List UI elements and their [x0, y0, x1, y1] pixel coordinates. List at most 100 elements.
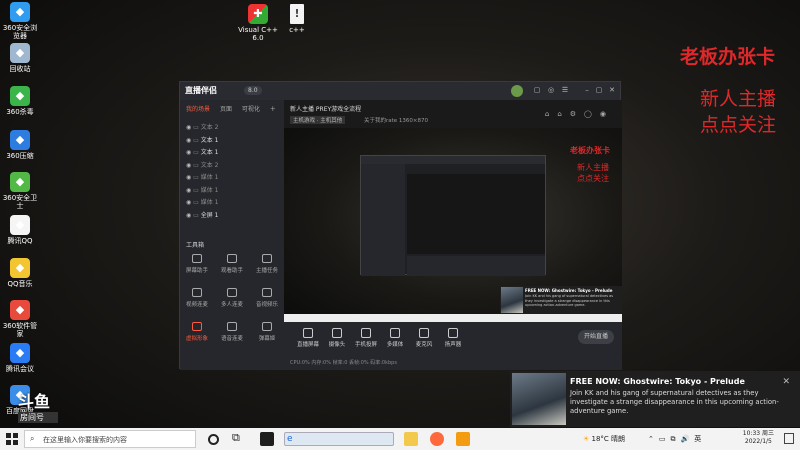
- clock-date: 2022/1/5: [744, 438, 772, 445]
- add-scene-icon[interactable]: ＋: [270, 106, 276, 113]
- tool-button[interactable]: 屏幕助手: [182, 254, 212, 274]
- layer-item[interactable]: ◉ ▭ 媒体 1: [186, 172, 218, 181]
- tool-label: 音视频乐: [255, 302, 278, 308]
- layer-label: 文本 1: [200, 149, 219, 156]
- tool-button[interactable]: 弹幕姬: [252, 322, 282, 342]
- layer-item[interactable]: ◉ ▭ 媒体 1: [186, 185, 218, 194]
- control-button[interactable]: 麦克风: [410, 328, 438, 348]
- layer-item[interactable]: ◉ ▭ 文本 2: [186, 122, 218, 131]
- settings-icon[interactable]: ☰: [560, 85, 570, 95]
- lock-icon[interactable]: ▭: [193, 137, 201, 144]
- tool-icon: [192, 288, 202, 297]
- preview-header-icons: ⌂⌂⚙◯◉: [544, 110, 614, 118]
- layer-label: 媒体 1: [200, 199, 219, 206]
- control-button[interactable]: 直播屏幕: [294, 328, 322, 348]
- control-button[interactable]: 多媒体: [381, 328, 409, 348]
- tool-button[interactable]: 观看助手: [217, 254, 247, 274]
- mirrored-overlay-3: 点点关注: [577, 174, 609, 183]
- notification-title: FREE NOW: Ghostwire: Tokyo - Prelude: [570, 377, 745, 386]
- live-companion-window[interactable]: 直播伴侣 8.0 ▢ ◎ ☰ – ▢ ✕ 我的场景 页面 可视化 ＋ ◉ ▭ 文…: [179, 81, 622, 370]
- notify-icon[interactable]: ◎: [546, 85, 556, 95]
- close-icon[interactable]: ✕: [782, 377, 790, 387]
- desktop-icon-cpp[interactable]: ! c++: [277, 4, 317, 34]
- desktop-icon[interactable]: ◆ 360安全卫士: [0, 172, 40, 210]
- notification-center-icon[interactable]: [784, 433, 794, 444]
- lock-icon[interactable]: ▭: [193, 124, 201, 131]
- desktop-icon[interactable]: ◆ 360安全浏览器: [0, 2, 40, 40]
- desktop-icon-vc[interactable]: ✚ Visual C++ 6.0: [237, 4, 279, 42]
- desktop-icon-label: 360安全浏览器: [2, 24, 38, 40]
- control-icon: [361, 328, 371, 338]
- tool-icon: [192, 322, 202, 331]
- control-label: 多媒体: [386, 342, 404, 348]
- close-icon[interactable]: ✕: [607, 85, 617, 95]
- layer-item[interactable]: ◉ ▭ 文本 1: [186, 135, 218, 144]
- weather-widget[interactable]: ☀ 18°C 晴朗: [583, 434, 625, 444]
- lock-icon[interactable]: ▭: [193, 199, 201, 206]
- stream-title: 新人主播 PREY游戏全流程: [290, 106, 362, 113]
- notification-body: Join KK and his gang of supernatural det…: [570, 389, 779, 415]
- lock-icon[interactable]: ▭: [193, 174, 201, 181]
- layer-label: 媒体 1: [200, 186, 219, 194]
- tool-label: 主播任务: [255, 268, 278, 274]
- lock-icon[interactable]: ▭: [193, 212, 201, 219]
- tool-label: 语音连麦: [220, 336, 243, 342]
- layer-item[interactable]: ◉ ▭ 媒体 1: [186, 197, 218, 206]
- scene-tabs: 我的场景 页面 可视化 ＋: [186, 104, 284, 113]
- minimize-icon[interactable]: –: [582, 85, 592, 95]
- tab-my-scenes[interactable]: 我的场景: [186, 106, 210, 113]
- app-titlebar[interactable]: 直播伴侣 8.0 ▢ ◎ ☰ – ▢ ✕: [180, 82, 620, 100]
- cortana-icon[interactable]: [208, 434, 219, 445]
- layer-item[interactable]: ◉ ▭ 文本 2: [186, 160, 218, 169]
- maximize-icon[interactable]: ▢: [594, 85, 604, 95]
- desktop-icon[interactable]: ◆ 腾讯QQ: [0, 215, 40, 245]
- desktop-icon[interactable]: ◆ 360压缩: [0, 130, 40, 160]
- app-icon-3[interactable]: [456, 432, 470, 446]
- tool-button[interactable]: 视频连麦: [182, 288, 212, 308]
- tool-button[interactable]: 语音连麦: [217, 322, 247, 342]
- desktop-icon[interactable]: ◆ QQ音乐: [0, 258, 40, 288]
- control-bar: 直播屏幕 摄像头 手机投屏 多媒体 麦克风 扬声器 开始直播 CPU:0% 内存:0% 帧…: [284, 322, 622, 370]
- lock-icon[interactable]: ▭: [193, 187, 201, 194]
- control-button[interactable]: 摄像头: [323, 328, 351, 348]
- tool-button[interactable]: 音视频乐: [252, 288, 282, 308]
- desktop-icon[interactable]: ◆ 360杀毒: [0, 86, 40, 116]
- tool-button[interactable]: 多人连麦: [217, 288, 247, 308]
- desktop-icon[interactable]: ◆ 腾讯会议: [0, 343, 40, 373]
- windows-start-icon[interactable]: [6, 433, 18, 445]
- tool-button[interactable]: 虚拟形象: [182, 322, 212, 342]
- layer-label: 媒体 1: [200, 174, 219, 181]
- tab-pages[interactable]: 页面: [220, 106, 232, 113]
- tool-button[interactable]: 主播任务: [252, 254, 282, 274]
- mirrored-desktop: 老板办张卡 新人主播 点点关注 FREE NOW: Ghostwire: Tok…: [284, 128, 622, 322]
- lock-icon[interactable]: ▭: [193, 149, 201, 156]
- browser-taskbar-icon[interactable]: e: [284, 432, 394, 446]
- control-button[interactable]: 扬声器: [439, 328, 467, 348]
- desktop-icon-label: Visual C++ 6.0: [238, 26, 278, 42]
- stream-tag[interactable]: 主机游戏 · 主机其他: [290, 116, 346, 124]
- lock-icon[interactable]: ▭: [193, 162, 201, 169]
- control-label: 扬声器: [444, 342, 462, 348]
- start-live-button[interactable]: 开始直播: [578, 330, 614, 344]
- compress-icon: ◆: [10, 130, 30, 150]
- control-label: 直播屏幕: [296, 342, 319, 348]
- explorer-icon[interactable]: [404, 432, 418, 446]
- tab-visual[interactable]: 可视化: [242, 106, 260, 113]
- notification-toast[interactable]: FREE NOW: Ghostwire: Tokyo - Prelude Joi…: [510, 371, 800, 427]
- control-button[interactable]: 手机投屏: [352, 328, 380, 348]
- task-view-icon[interactable]: ⧉: [232, 431, 246, 445]
- tray-icons[interactable]: ⌃▭⧉🔊英: [648, 434, 706, 444]
- avatar[interactable]: [511, 85, 523, 97]
- scene-panel: 我的场景 页面 可视化 ＋ ◉ ▭ 文本 2 ◉ ▭ 文本 1 ◉ ▭ 文本 1 ◉ …: [180, 100, 284, 370]
- clock[interactable]: 10:33 周三 2022/1/5: [743, 430, 774, 446]
- desktop-icon[interactable]: ◆ 360软件管家: [0, 300, 40, 338]
- stream-preview[interactable]: 新人主播 PREY游戏全流程 主机游戏 · 主机其他 关于我的rate 1360…: [284, 100, 622, 322]
- layer-item[interactable]: ◉ ▭ 全屏 1: [186, 210, 218, 219]
- app-icon-1[interactable]: [260, 432, 274, 446]
- chat-icon[interactable]: ▢: [532, 85, 542, 95]
- layer-item[interactable]: ◉ ▭ 文本 1: [186, 147, 218, 156]
- live-app-taskbar-icon[interactable]: [430, 432, 444, 446]
- mirrored-taskbar: [284, 314, 622, 322]
- desktop-icon[interactable]: ◆ 回收站: [0, 43, 40, 73]
- taskbar-search-input[interactable]: ⌕ 在这里输入你要搜索的内容: [24, 430, 196, 448]
